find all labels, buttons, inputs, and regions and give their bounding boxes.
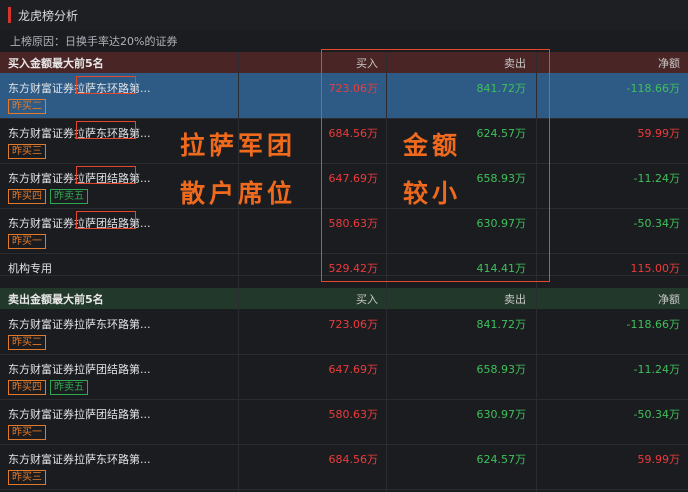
broker-name[interactable]: 东方财富证券拉萨团结路第...: [8, 170, 151, 186]
broker-name[interactable]: 机构专用: [8, 260, 52, 276]
table-row[interactable]: 东方财富证券拉萨团结路第... 昨买一 580.63万 630.97万 -50.34万: [0, 208, 688, 254]
history-tag: 昨买四: [8, 189, 46, 204]
table-row[interactable]: 东方财富证券拉萨团结路第... 昨买四 昨卖五 647.69万 658.93万 -11.2…: [0, 354, 688, 400]
sell-amount: 630.97万: [476, 408, 527, 421]
history-tags: 昨买四 昨卖五: [8, 380, 88, 395]
net-amount: -118.66万: [626, 82, 680, 95]
sell-column-header[interactable]: 卖出: [504, 291, 526, 307]
history-tag: 昨卖五: [50, 380, 88, 395]
buy-amount: 723.06万: [328, 318, 379, 331]
net-amount: 59.99万: [637, 453, 681, 466]
column-divider: [238, 52, 239, 492]
history-tags: 昨买一: [8, 425, 46, 440]
column-divider: [536, 52, 537, 492]
history-tags: 昨买二: [8, 335, 46, 350]
listing-reason-text: 上榜原因：日换手率达20%的证券: [10, 35, 178, 48]
table-row[interactable]: 东方财富证券拉萨东环路第... 昨买三 684.56万 624.57万 59.99万: [0, 118, 688, 164]
buy-amount: 529.42万: [328, 262, 379, 275]
net-amount: -50.34万: [633, 408, 680, 421]
sell-amount: 624.57万: [476, 127, 527, 140]
broker-name[interactable]: 东方财富证券拉萨东环路第...: [8, 316, 151, 332]
annotation-amount: 金额: [403, 131, 462, 160]
table-row[interactable]: 东方财富证券拉萨团结路第... 昨买一 580.63万 630.97万 -50.34万: [0, 399, 688, 445]
sell-amount: 630.97万: [476, 217, 527, 230]
buy-column-header[interactable]: 买入: [356, 55, 378, 71]
broker-name[interactable]: 东方财富证券拉萨团结路第...: [8, 406, 151, 422]
table-row[interactable]: 东方财富证券拉萨东环路第... 昨买二 723.06万 841.72万 -118.66万: [0, 309, 688, 355]
sell-amount: 841.72万: [476, 318, 527, 331]
annotation-lasa-army: 拉萨军团: [180, 131, 297, 160]
buy-amount: 723.06万: [328, 82, 379, 95]
table-row[interactable]: 东方财富证券拉萨团结路第... 昨买四 昨卖五 647.69万 658.93万 -11.2…: [0, 163, 688, 209]
table-row[interactable]: 东方财富证券拉萨东环路第... 昨买二 723.06万 841.72万 -118.66万: [0, 73, 688, 119]
buy-amount: 647.69万: [328, 172, 379, 185]
buy-amount: 580.63万: [328, 408, 379, 421]
history-tags: 昨买二: [8, 99, 46, 114]
net-amount: -11.24万: [633, 363, 680, 376]
history-tag: 昨买二: [8, 99, 46, 114]
listing-reason: 上榜原因：日换手率达20%的证券: [0, 30, 688, 52]
annotation-small: 较小: [403, 179, 462, 208]
net-amount: -11.24万: [633, 172, 680, 185]
net-amount: 115.00万: [630, 262, 681, 275]
broker-name[interactable]: 东方财富证券拉萨东环路第...: [8, 80, 151, 96]
net-amount: -118.66万: [626, 318, 680, 331]
sell-amount: 658.93万: [476, 363, 527, 376]
sell-top5-header: 卖出金额最大前5名 买入 卖出 净额: [0, 288, 688, 309]
broker-name[interactable]: 东方财富证券拉萨东环路第...: [8, 125, 151, 141]
panel-title: 龙虎榜分析: [18, 8, 79, 23]
sell-top5-title: 卖出金额最大前5名: [8, 292, 104, 306]
sell-amount: 841.72万: [476, 82, 527, 95]
sell-amount: 658.93万: [476, 172, 527, 185]
buy-column-header[interactable]: 买入: [356, 291, 378, 307]
sell-amount: 624.57万: [476, 453, 527, 466]
column-divider: [386, 52, 387, 492]
buy-top5-header: 买入金额最大前5名 买入 卖出 净额: [0, 52, 688, 73]
history-tag: 昨买一: [8, 234, 46, 249]
buy-top5-title: 买入金额最大前5名: [8, 56, 104, 70]
history-tags: 昨买四 昨卖五: [8, 189, 88, 204]
history-tag: 昨买一: [8, 425, 46, 440]
history-tag: 昨买三: [8, 470, 46, 485]
buy-amount: 647.69万: [328, 363, 379, 376]
history-tags: 昨买三: [8, 144, 46, 159]
table-row[interactable]: 机构专用 529.42万 414.41万 115.00万: [0, 253, 688, 276]
broker-name[interactable]: 东方财富证券拉萨团结路第...: [8, 361, 151, 377]
history-tag: 昨买二: [8, 335, 46, 350]
panel-title-bar: 龙虎榜分析: [0, 0, 688, 31]
sell-amount: 414.41万: [476, 262, 527, 275]
annotation-retail-seats: 散户席位: [180, 179, 297, 208]
buy-amount: 684.56万: [328, 127, 379, 140]
sell-column-header[interactable]: 卖出: [504, 55, 526, 71]
buy-amount: 684.56万: [328, 453, 379, 466]
table-row[interactable]: 东方财富证券拉萨东环路第... 昨买三 684.56万 624.57万 59.99万: [0, 444, 688, 490]
history-tags: 昨买一: [8, 234, 46, 249]
net-column-header[interactable]: 净额: [658, 55, 680, 71]
net-amount: -50.34万: [633, 217, 680, 230]
broker-name[interactable]: 东方财富证券拉萨东环路第...: [8, 451, 151, 467]
net-column-header[interactable]: 净额: [658, 291, 680, 307]
history-tag: 昨买四: [8, 380, 46, 395]
buy-amount: 580.63万: [328, 217, 379, 230]
history-tag: 昨买三: [8, 144, 46, 159]
title-accent-bar: [8, 7, 11, 23]
broker-name[interactable]: 东方财富证券拉萨团结路第...: [8, 215, 151, 231]
history-tag: 昨卖五: [50, 189, 88, 204]
net-amount: 59.99万: [637, 127, 681, 140]
history-tags: 昨买三: [8, 470, 46, 485]
